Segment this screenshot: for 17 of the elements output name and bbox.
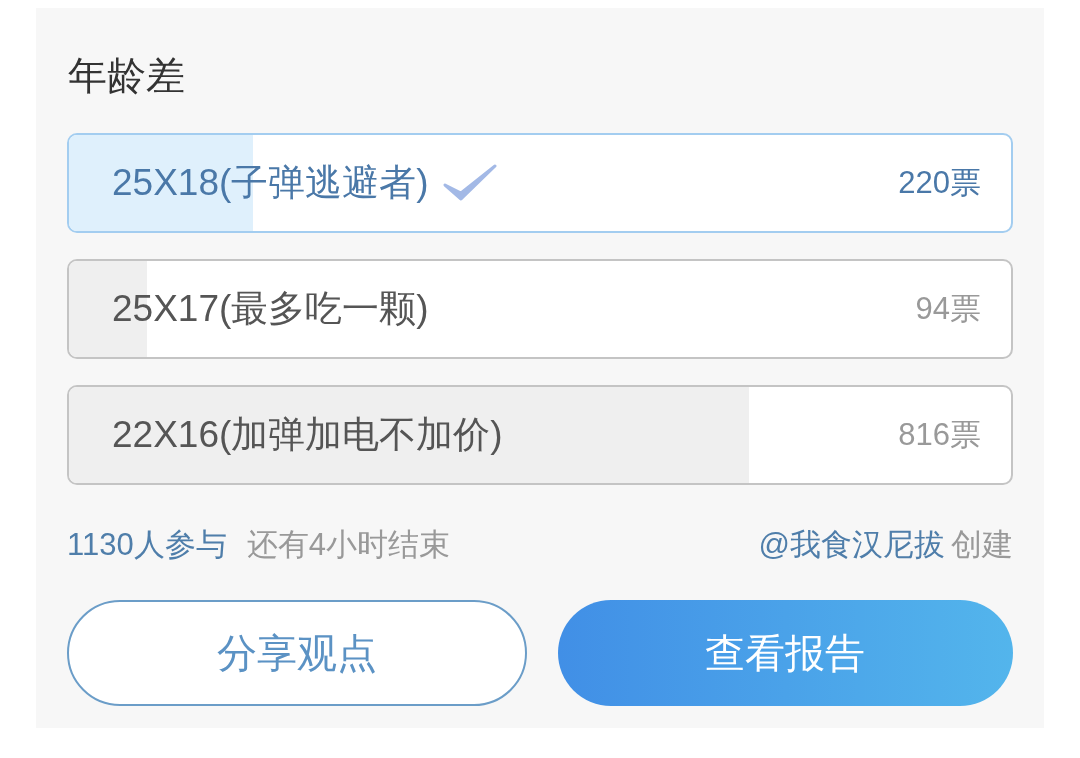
checkmark-icon xyxy=(442,163,497,203)
poll-option[interactable]: 25X17(最多吃一颗) 94票 xyxy=(67,259,1013,359)
poll-title: 年龄差 xyxy=(68,53,185,99)
view-report-button[interactable]: 查看报告 xyxy=(557,600,1013,706)
time-remaining: 还有4小时结束 xyxy=(246,526,450,564)
creator-link[interactable]: @我食汉尼拔 xyxy=(758,524,945,566)
vote-count: 816票 xyxy=(898,416,981,454)
share-button[interactable]: 分享观点 xyxy=(67,600,527,706)
poll-option[interactable]: 22X16(加弹加电不加价) 816票 xyxy=(67,385,1013,485)
poll-option[interactable]: 25X18(子弹逃避者) 220票 xyxy=(67,133,1013,233)
participant-count: 1130人参与 xyxy=(67,526,227,564)
vote-count: 220票 xyxy=(898,164,981,202)
option-label: 22X16(加弹加电不加价) xyxy=(112,413,503,457)
vote-count: 94票 xyxy=(915,290,981,328)
option-label: 25X18(子弹逃避者) xyxy=(112,161,429,205)
created-label: 创建 xyxy=(951,526,1013,564)
option-label: 25X17(最多吃一颗) xyxy=(112,287,429,331)
